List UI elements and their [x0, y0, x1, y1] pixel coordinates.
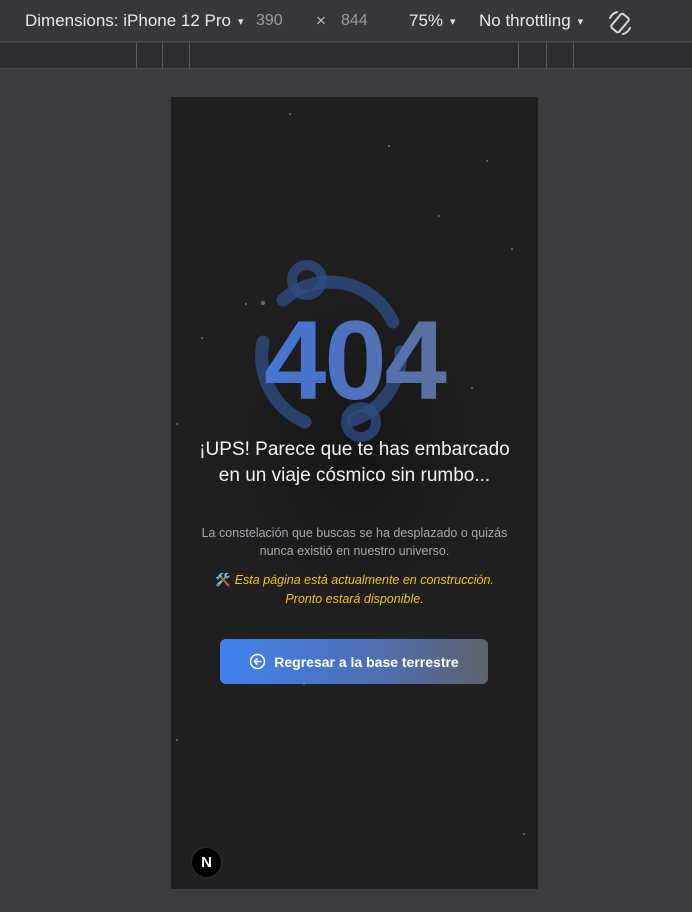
throttling-dropdown[interactable]: No throttling ▾ — [479, 0, 583, 42]
star-decoration — [486, 160, 488, 162]
return-home-label: Regresar a la base terrestre — [274, 653, 459, 670]
page-subtext: La constelación que buscas se ha desplaz… — [201, 526, 508, 558]
chevron-down-icon: ▾ — [450, 15, 456, 28]
zoom-dropdown[interactable]: 75% ▾ — [409, 0, 456, 42]
height-field[interactable]: 844 — [341, 0, 368, 42]
chevron-down-icon: ▾ — [238, 15, 244, 28]
ruler-tick — [189, 43, 190, 68]
return-home-button[interactable]: Regresar a la base terrestre — [220, 639, 488, 684]
zoom-label: 75% — [409, 11, 444, 30]
height-value: 844 — [341, 12, 368, 29]
star-decoration — [511, 248, 513, 250]
chevron-down-icon: ▾ — [577, 15, 584, 28]
star-decoration — [388, 145, 390, 147]
ruler-tick — [162, 43, 163, 68]
media-query-ruler[interactable] — [0, 43, 692, 69]
device-toolbar: Dimensions: iPhone 12 Pro ▾ 390 × 844 75… — [0, 0, 692, 42]
device-viewport: 404 ¡UPS! Parece que te has embarcado en… — [171, 97, 538, 889]
ruler-tick — [518, 43, 519, 68]
times-separator: × — [316, 11, 326, 30]
star-decoration — [438, 215, 440, 217]
ruler-tick — [136, 43, 137, 68]
dimensions-dropdown[interactable]: Dimensions: iPhone 12 Pro ▾ — [25, 0, 244, 42]
arrow-left-circle-icon — [250, 653, 266, 670]
page-headline: ¡UPS! Parece que te has embarcado en un … — [199, 439, 510, 486]
star-decoration — [289, 113, 291, 115]
ruler-tick — [546, 43, 547, 68]
width-field[interactable]: 390 — [256, 0, 283, 42]
ruler-tick — [573, 43, 574, 68]
construction-notice: 🛠️ Esta página está actualmente en constr… — [196, 571, 513, 609]
error-code: 404 — [171, 305, 538, 417]
star-decoration — [176, 423, 178, 425]
width-value: 390 — [256, 12, 283, 29]
star-decoration — [523, 833, 525, 835]
star-decoration — [176, 739, 178, 741]
tools-icon: 🛠️ — [215, 573, 231, 587]
construction-notice-text: Esta página está actualmente en construc… — [234, 573, 494, 606]
rotate-icon[interactable] — [606, 9, 634, 37]
dimensions-label: Dimensions: iPhone 12 Pro — [25, 11, 232, 30]
throttling-label: No throttling — [479, 11, 571, 30]
nextjs-dev-badge[interactable]: N — [191, 847, 222, 878]
